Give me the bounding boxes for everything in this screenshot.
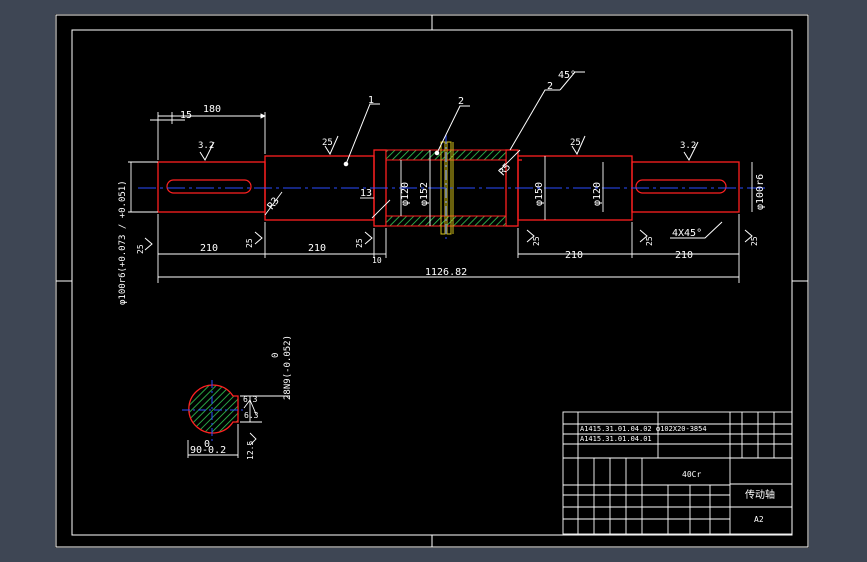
roughness-25-g: 25 — [645, 236, 654, 246]
balloon-2-chamfer: 2 — [547, 81, 553, 92]
roughness-25-a: 25 — [322, 138, 333, 148]
balloon-2: 2 — [458, 96, 464, 107]
dim-phi100r6-right: φ100r6 — [755, 174, 766, 210]
title-ref-1: A1415.31.01.04.02 — [580, 425, 652, 433]
section-roughness-12.5: 12.5 — [246, 441, 255, 460]
roughness-25-b: 25 — [570, 138, 581, 148]
title-sheet-size: A2 — [754, 515, 764, 524]
section-dim-0-tol: 0 — [271, 353, 281, 358]
section-dim-0: 0 — [204, 439, 210, 450]
chamfer-45-label: 45° — [558, 70, 576, 81]
engineering-drawing: 1 2 2 45° 180 15 210 210 10 210 210 1126… — [55, 14, 809, 548]
dim-phi150: φ150 — [534, 182, 545, 206]
roughness-3.2-right: 3.2 — [680, 141, 696, 151]
dim-210-d: 210 — [675, 250, 693, 261]
roughness-25-f: 25 — [532, 236, 541, 246]
roughness-25-d: 25 — [245, 238, 254, 248]
dim-phi120-left: φ120 — [400, 182, 411, 206]
title-material: 40Cr — [682, 470, 701, 479]
roughness-3.2-left: 3.2 — [198, 141, 214, 151]
roughness-25-e: 25 — [355, 238, 364, 248]
dim-10: 10 — [372, 256, 382, 265]
roughness-25-c: 25 — [136, 244, 145, 254]
dim-13: 13 — [360, 188, 372, 199]
roughness-25-h: 25 — [750, 236, 759, 246]
balloon-1: 1 — [368, 95, 374, 106]
dim-15: 15 — [180, 110, 192, 121]
title-ref-2: A1415.31.01.04.01 — [580, 435, 652, 443]
section-roughness-6.3-b: 6.3 — [244, 411, 259, 420]
dim-phi120-right: φ120 — [592, 182, 603, 206]
title-ref-3: φ102X20-3854 — [656, 425, 707, 433]
dim-210-b: 210 — [308, 243, 326, 254]
dim-phi152: φ152 — [419, 182, 430, 206]
dim-210-a: 210 — [200, 243, 218, 254]
paper-sheet — [55, 14, 809, 548]
dim-total-length: 1126.82 — [425, 267, 467, 278]
dim-210-c: 210 — [565, 250, 583, 261]
dim-phi100r6-left: φ100r6(+0.073 / +0.051) — [118, 180, 128, 305]
section-dim-28n9: 28N9(-0.052) — [283, 335, 293, 400]
title-part-name: 传动轴 — [745, 488, 775, 501]
section-roughness-6.3-a: 6.3 — [243, 395, 258, 404]
chamfer-4x45-label: 4X45° — [672, 228, 702, 239]
dim-180: 180 — [203, 104, 221, 115]
